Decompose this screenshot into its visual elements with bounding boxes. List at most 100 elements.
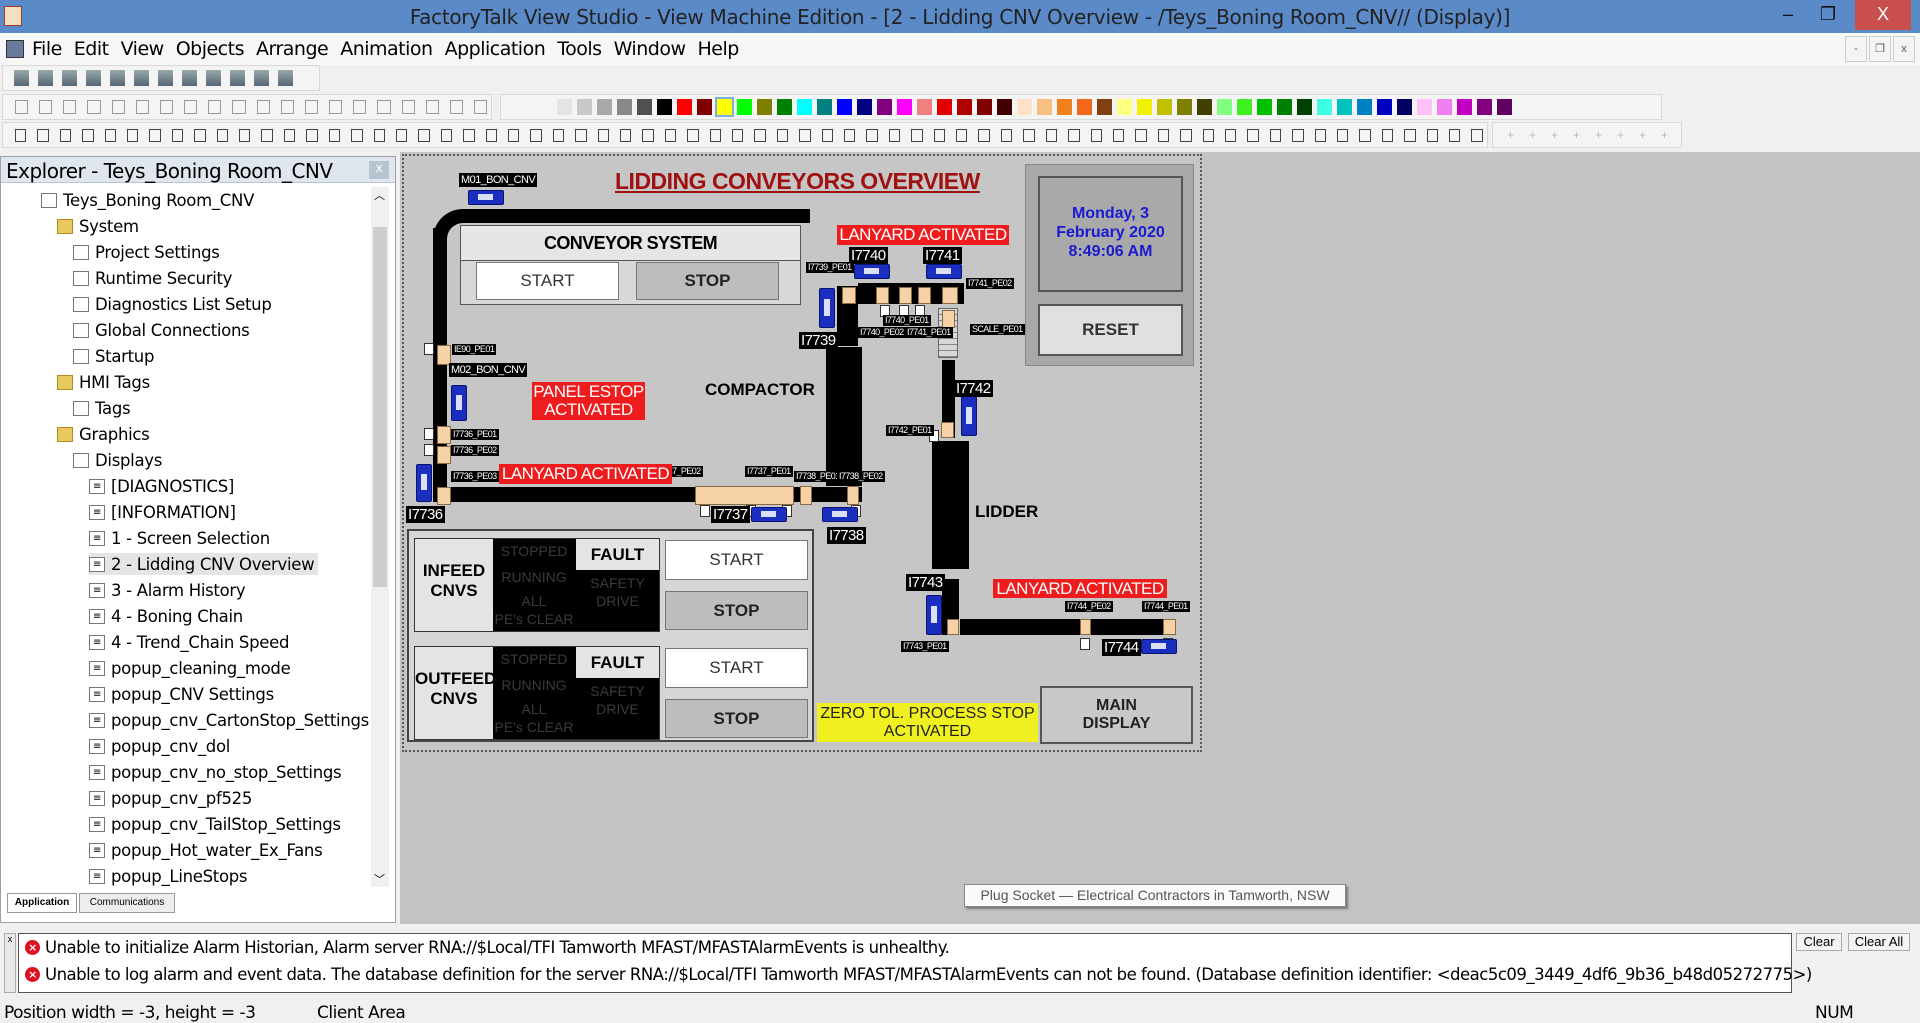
object-tool-icon[interactable] — [1359, 128, 1371, 142]
palette-color-swatch[interactable] — [1417, 99, 1432, 115]
tab-communications[interactable]: Communications — [79, 893, 175, 913]
object-tool-icon[interactable] — [1112, 128, 1125, 142]
object-tool-icon[interactable] — [418, 128, 430, 142]
paste-icon[interactable] — [111, 100, 125, 114]
menu-arrange[interactable]: Arrange — [250, 33, 334, 60]
object-tool-icon[interactable] — [351, 128, 363, 142]
align-tool-icon[interactable]: + — [1655, 126, 1674, 145]
snap-icon[interactable] — [473, 100, 488, 114]
palette-color-swatch[interactable] — [797, 99, 812, 115]
tree-item[interactable]: ≡ popup_cnv_no_stop_Settings — [89, 761, 345, 783]
align-tool-icon[interactable]: + — [1633, 126, 1652, 145]
palette-color-swatch[interactable] — [657, 99, 672, 115]
scroll-up-icon[interactable]: ︿ — [374, 187, 385, 203]
explorer-icon[interactable] — [158, 70, 173, 86]
motor-icon[interactable] — [1141, 639, 1177, 654]
tree-item[interactable]: Teys_Boning Room_CNV — [41, 189, 258, 211]
object-tool-icon[interactable] — [1426, 128, 1438, 142]
object-tool-icon[interactable] — [395, 128, 408, 142]
palette-color-swatch[interactable] — [1437, 99, 1452, 115]
palette-color-swatch[interactable] — [877, 99, 892, 115]
palette-color-swatch[interactable] — [857, 99, 872, 115]
delete-icon[interactable] — [182, 70, 197, 86]
object-tool-icon[interactable] — [664, 128, 677, 142]
mdi-minimize-button[interactable]: - — [1845, 36, 1867, 62]
palette-color-swatch[interactable] — [1017, 99, 1032, 115]
object-tool-icon[interactable] — [261, 128, 273, 142]
object-tool-icon[interactable] — [104, 128, 117, 142]
object-tool-icon[interactable] — [283, 128, 296, 142]
palette-color-swatch[interactable] — [1117, 99, 1132, 115]
redo-icon[interactable] — [232, 100, 246, 114]
object-tool-icon[interactable] — [1000, 128, 1013, 142]
object-tool-icon[interactable] — [687, 128, 699, 142]
palette-color-swatch[interactable] — [677, 99, 692, 115]
motor-icon[interactable] — [416, 464, 432, 502]
tree-item[interactable]: Diagnostics List Setup — [73, 293, 276, 315]
tree-item[interactable]: Startup — [73, 345, 158, 367]
group-stop-button[interactable]: STOP — [665, 591, 808, 630]
palette-color-swatch[interactable] — [1337, 99, 1352, 115]
object-tool-icon[interactable] — [866, 128, 878, 142]
align-tool-icon[interactable]: + — [1545, 126, 1564, 145]
object-tool-icon[interactable] — [1224, 128, 1237, 142]
palette-color-swatch[interactable] — [1297, 99, 1312, 115]
object-tool-icon[interactable] — [127, 128, 139, 142]
palette-color-swatch[interactable] — [1217, 99, 1232, 115]
motor-icon[interactable] — [819, 288, 835, 328]
menu-help[interactable]: Help — [691, 33, 744, 60]
stop-icon[interactable] — [39, 100, 53, 114]
palette-color-swatch[interactable] — [1397, 99, 1412, 115]
save-icon[interactable] — [38, 70, 53, 86]
palette-color-swatch[interactable] — [1477, 99, 1492, 115]
object-tool-icon[interactable] — [1202, 128, 1214, 142]
undo-icon[interactable] — [208, 100, 222, 114]
motor-icon[interactable] — [751, 507, 787, 522]
object-tool-icon[interactable] — [1314, 128, 1326, 142]
palette-color-swatch[interactable] — [637, 99, 652, 115]
object-tool-icon[interactable] — [1045, 128, 1058, 142]
object-tool-icon[interactable] — [1449, 128, 1461, 142]
mdi-close-button[interactable]: x — [1893, 36, 1915, 62]
object-tool-icon[interactable] — [821, 128, 834, 142]
object-tool-icon[interactable] — [463, 128, 475, 142]
align-tool-icon[interactable]: + — [1589, 126, 1608, 145]
conveyor-start-button[interactable]: START — [476, 262, 619, 300]
motor-icon[interactable] — [468, 190, 504, 205]
object-tool-icon[interactable] — [194, 128, 206, 142]
object-tool-icon[interactable] — [799, 128, 811, 142]
scroll-down-icon[interactable]: ﹀ — [374, 871, 385, 887]
tree-item[interactable]: ≡ 4 - Trend_Chain Speed — [89, 631, 293, 653]
close-button[interactable]: X — [1855, 0, 1911, 30]
object-tool-icon[interactable] — [1068, 128, 1080, 142]
palette-color-swatch[interactable] — [1277, 99, 1292, 115]
object-tool-icon[interactable] — [239, 128, 251, 142]
motor-icon[interactable] — [926, 595, 942, 635]
message-item[interactable]: × Unable to log alarm and event data. The… — [25, 965, 1812, 984]
print-icon[interactable] — [62, 70, 77, 86]
zoom-in-icon[interactable] — [353, 100, 367, 114]
palette-color-swatch[interactable] — [737, 99, 752, 115]
palette-color-swatch[interactable] — [817, 99, 832, 115]
palette-color-swatch[interactable] — [837, 99, 852, 115]
restore-button[interactable]: ❐ — [1808, 0, 1848, 30]
align-h-icon[interactable] — [159, 100, 174, 114]
object-tool-icon[interactable] — [597, 128, 609, 142]
menu-animation[interactable]: Animation — [334, 33, 438, 60]
copy-icon[interactable] — [87, 100, 101, 114]
group-start-button[interactable]: START — [665, 540, 808, 580]
ungroup-icon[interactable] — [280, 100, 294, 114]
tree-item[interactable]: ≡ [INFORMATION] — [89, 501, 240, 523]
object-tool-icon[interactable] — [530, 128, 542, 142]
object-tool-icon[interactable] — [216, 128, 229, 142]
palette-color-swatch[interactable] — [1237, 99, 1252, 115]
run-icon[interactable] — [134, 70, 149, 86]
palette-color-swatch[interactable] — [597, 99, 612, 115]
tree-item[interactable]: ≡ popup_cnv_CartonStop_Settings — [89, 709, 373, 731]
palette-color-swatch[interactable] — [897, 99, 912, 115]
palette-color-swatch[interactable] — [557, 99, 572, 115]
object-tool-icon[interactable] — [373, 128, 385, 142]
tree-item[interactable]: ≡ 4 - Boning Chain — [89, 605, 247, 627]
align-v-icon[interactable] — [184, 100, 198, 114]
align-tool-icon[interactable]: + — [1567, 126, 1586, 145]
